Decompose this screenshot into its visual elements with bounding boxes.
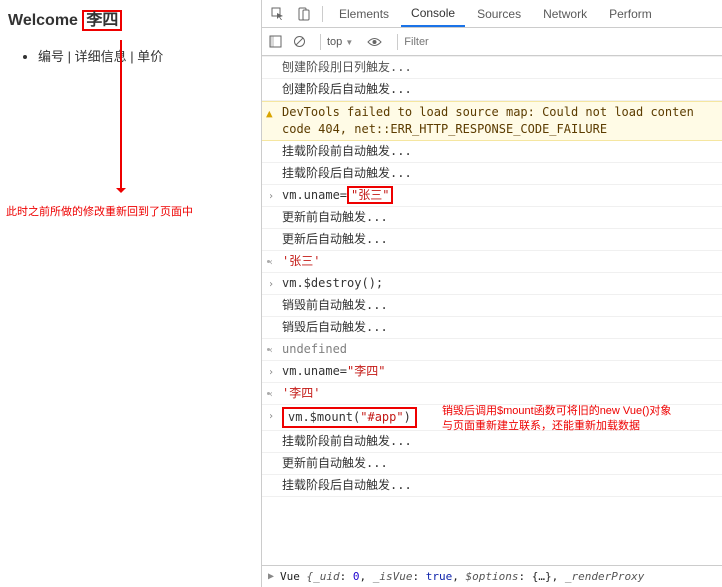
console-status-row[interactable]: ▶ Vue {_uid: 0, _isVue: true, $options: … <box>262 565 722 587</box>
welcome-prefix: Welcome <box>8 12 78 29</box>
console-message: vm.$mount("#app") <box>282 407 417 428</box>
device-icon[interactable] <box>296 6 312 22</box>
console-message: '张三' <box>282 253 320 270</box>
page-title: Welcome 李四 <box>8 6 261 30</box>
context-selector[interactable]: top ▼ <box>327 36 353 48</box>
console-row: 销毁前自动触发... <box>262 295 722 317</box>
welcome-name: 李四 <box>82 10 122 31</box>
console-message: 挂载阶段前自动触发... <box>282 143 412 160</box>
console-message: 挂载阶段前自动触发... <box>282 433 412 450</box>
devtools-panel: ElementsConsoleSourcesNetworkPerform top… <box>261 0 722 587</box>
console-row: › vm.uname="张三" <box>262 185 722 207</box>
annotation-text-1: 此时之前所做的修改重新回到了页面中 <box>6 203 193 219</box>
divider <box>322 6 323 22</box>
console-row: 创建阶段后自动触发... <box>262 79 722 101</box>
console-row: 挂载阶段前自动触发... <box>262 431 722 453</box>
inspect-icon[interactable] <box>270 6 286 22</box>
console-row: › 销毁后调用$mount函数可将旧的new Vue()对象与页面重新建立联系，还… <box>262 405 722 431</box>
console-message: 销毁后自动触发... <box>282 319 388 336</box>
console-message: DevTools failed to load source map: Coul… <box>282 104 722 138</box>
expand-caret-icon[interactable]: ▶ <box>268 571 274 582</box>
warning-icon: ▲ <box>266 105 273 122</box>
console-message: vm.$destroy(); <box>282 275 383 292</box>
input-caret-icon: › <box>268 408 274 425</box>
devtools-tab-network[interactable]: Network <box>533 2 597 26</box>
console-message: 更新前自动触发... <box>282 209 388 226</box>
console-row: ‹undefined <box>262 339 722 361</box>
console-message: '李四' <box>282 385 320 402</box>
list-item: 编号 | 详细信息 | 单价 <box>38 46 261 65</box>
annotation-text-2: 销毁后调用$mount函数可将旧的new Vue()对象与页面重新建立联系，还能… <box>442 404 712 434</box>
devtools-tab-sources[interactable]: Sources <box>467 2 531 26</box>
console-message: 挂载阶段后自动触发... <box>282 165 412 182</box>
console-row: 更新前自动触发... <box>262 453 722 475</box>
filter-input[interactable] <box>404 36 504 48</box>
devtools-tabbar: ElementsConsoleSourcesNetworkPerform <box>262 0 722 28</box>
sidebar-toggle-icon[interactable] <box>266 33 284 51</box>
live-expression-icon[interactable] <box>365 33 383 51</box>
console-row: 更新前自动触发... <box>262 207 722 229</box>
console-row: ‹'李四' <box>262 383 722 405</box>
console-message: 更新前自动触发... <box>282 455 388 472</box>
page-content: Welcome 李四 编号 | 详细信息 | 单价 <box>0 0 261 587</box>
console-message: vm.uname="李四" <box>282 363 385 380</box>
input-caret-icon: › <box>268 188 274 205</box>
console-row: 销毁后自动触发... <box>262 317 722 339</box>
console-row: 刨建阶段刖日列触友... <box>262 56 722 79</box>
input-caret-icon: › <box>268 276 274 293</box>
devtools-tab-perform[interactable]: Perform <box>599 2 662 26</box>
devtools-tab-console[interactable]: Console <box>401 1 465 27</box>
console-row: › vm.uname="李四" <box>262 361 722 383</box>
console-message: 创建阶段后自动触发... <box>282 81 412 98</box>
console-row: 更新后自动触发... <box>262 229 722 251</box>
console-message: 刨建阶段刖日列触友... <box>282 59 412 76</box>
console-message: vm.uname="张三" <box>282 187 393 204</box>
console-message: 挂载阶段后自动触发... <box>282 477 412 494</box>
devtools-tab-elements[interactable]: Elements <box>329 2 399 26</box>
console-row: 挂载阶段后自动触发... <box>262 163 722 185</box>
console-toolbar: top ▼ <box>262 28 722 56</box>
data-list: 编号 | 详细信息 | 单价 <box>38 46 261 65</box>
console-message: 更新后自动触发... <box>282 231 388 248</box>
console-row: 挂载阶段后自动触发... <box>262 475 722 497</box>
console-message: undefined <box>282 341 347 358</box>
console-row: ‹'张三' <box>262 251 722 273</box>
annotation-arrow <box>120 40 122 192</box>
console-message: 销毁前自动触发... <box>282 297 388 314</box>
input-caret-icon: › <box>268 364 274 381</box>
console-row: › vm.$destroy(); <box>262 273 722 295</box>
console-row: ▲ DevTools failed to load source map: Cou… <box>262 101 722 141</box>
clear-console-icon[interactable] <box>290 33 308 51</box>
console-output[interactable]: 刨建阶段刖日列触友... 创建阶段后自动触发... ▲ DevTools failed… <box>262 56 722 565</box>
console-row: 挂载阶段前自动触发... <box>262 141 722 163</box>
